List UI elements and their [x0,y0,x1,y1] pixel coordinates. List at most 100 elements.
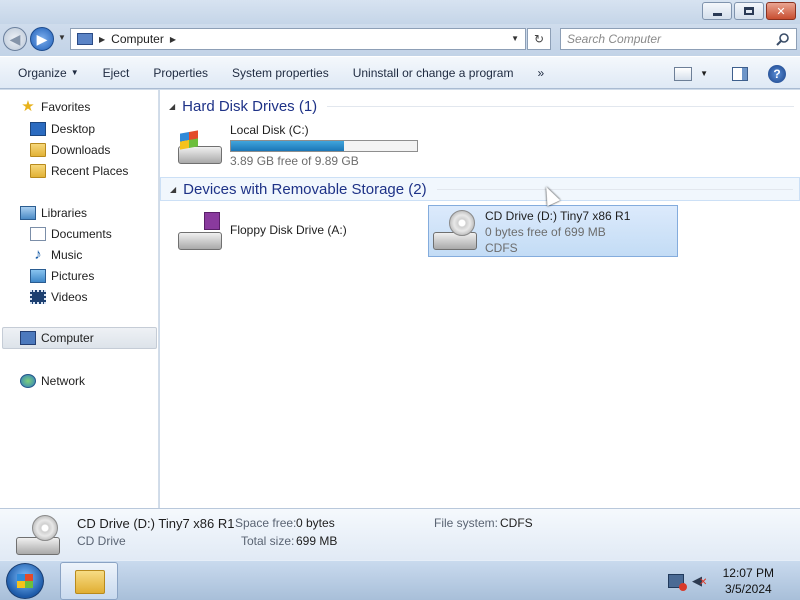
search-box[interactable] [560,28,797,50]
taskbar-explorer-button[interactable] [60,562,118,600]
sidebar-item-favorites[interactable]: ★ Favorites [0,96,158,118]
properties-button[interactable]: Properties [141,56,220,89]
videos-icon [30,290,46,304]
windows-logo-icon [17,574,33,588]
star-icon: ★ [21,98,35,115]
sidebar-item-label: Music [51,248,83,262]
sidebar-item-network[interactable]: Network [0,370,158,392]
close-button[interactable]: ✕ [766,2,796,20]
sidebar-item-pictures[interactable]: Pictures [0,265,158,287]
drive-info: Local Disk (C:) 3.89 GB free of 9.89 GB [230,122,418,172]
organize-label: Organize [18,65,67,80]
network-icon [20,374,36,388]
view-controls: ▼ ? [674,57,800,90]
sidebar-item-videos[interactable]: Videos [0,286,158,308]
floppy-drive-icon [176,208,224,252]
group-header-hard-disk-drives[interactable]: ◢ Hard Disk Drives (1) [160,94,800,118]
search-icon[interactable] [776,32,790,46]
disk-body-icon [433,232,477,250]
sidebar-item-recent-places[interactable]: Recent Places [0,160,158,182]
address-bar[interactable]: ▶ Computer ▶ ▼ [70,28,526,50]
refresh-icon: ↻ [533,32,545,46]
sidebar-item-label: Favorites [41,100,91,114]
eject-label: Eject [102,65,130,80]
network-status-icon[interactable] [668,574,687,591]
details-name: CD Drive (D:) Tiny7 x86 R1 [77,516,235,531]
change-view-icon[interactable] [674,66,693,81]
sidebar-item-label: Network [41,374,86,388]
system-properties-button[interactable]: System properties [220,56,341,89]
view-options-dropdown[interactable]: ▼ [700,69,708,78]
double-chevron-icon: » [537,65,545,80]
drive-info: Floppy Disk Drive (A:) [230,208,347,252]
computer-icon [20,331,36,345]
drive-free-space: 0 bytes free of 699 MB [485,225,606,239]
sidebar-item-label: Videos [51,290,88,304]
refresh-button[interactable]: ↻ [527,28,551,50]
sidebar-item-downloads[interactable]: Downloads [0,139,158,161]
cd-disc-icon [449,210,475,236]
recent-places-icon [30,164,46,178]
minimize-button[interactable] [702,2,732,20]
maximize-button[interactable] [734,2,764,20]
hard-disk-icon [176,122,224,166]
system-properties-label: System properties [232,65,329,80]
properties-label: Properties [153,65,209,80]
drive-file-system: CDFS [485,241,518,255]
downloads-folder-icon [30,143,46,157]
preview-pane-icon[interactable] [732,66,748,81]
breadcrumb-chevron-icon[interactable]: ▶ [99,35,105,44]
drive-tile-floppy[interactable]: Floppy Disk Drive (A:) [176,208,426,252]
collapse-triangle-icon[interactable]: ◢ [170,185,176,194]
sidebar-item-label: Computer [41,331,94,345]
details-space-free-value: 0 bytes [296,516,335,530]
details-total-size-label: Total size: [241,534,295,548]
chevron-down-icon: ▼ [70,68,79,77]
drive-tile-local-disk[interactable]: Local Disk (C:) 3.89 GB free of 9.89 GB [176,122,440,172]
drive-tile-cd[interactable]: CD Drive (D:) Tiny7 x86 R1 0 bytes free … [428,205,678,257]
breadcrumb-computer[interactable]: Computer [111,32,164,46]
start-button[interactable] [6,563,44,599]
sidebar-item-music[interactable]: ♪ Music [0,244,158,266]
sidebar-item-documents[interactable]: Documents [0,223,158,245]
taskbar: ◀✕ 12:07 PM 3/5/2024 [0,560,800,600]
uninstall-program-button[interactable]: Uninstall or change a program [341,56,526,89]
details-file-system-value: CDFS [500,516,533,530]
disk-body-icon [16,537,60,555]
windows-logo-icon [180,130,198,150]
clock-time: 12:07 PM [722,566,774,580]
music-note-icon: ♪ [34,246,42,263]
drive-name: Local Disk (C:) [230,123,309,137]
sidebar-item-computer[interactable]: Computer [2,327,157,349]
sidebar-item-desktop[interactable]: Desktop [0,118,158,140]
drive-free-space: 3.89 GB free of 9.89 GB [230,154,359,168]
documents-icon [30,227,46,241]
forward-button[interactable]: ▶ [30,27,54,51]
volume-muted-icon[interactable]: ◀✕ [692,574,708,589]
pictures-icon [30,269,46,283]
recent-pages-dropdown[interactable]: ▼ [58,33,66,42]
navigation-pane: ★ Favorites Desktop Downloads Recent Plac… [0,90,159,508]
search-input[interactable] [567,29,767,49]
minimize-icon [712,12,722,16]
back-arrow-icon: ◀ [9,30,21,47]
organize-menu[interactable]: Organize ▼ [0,56,91,89]
sidebar-item-label: Desktop [51,122,96,136]
close-icon: ✕ [776,5,786,18]
group-header-removable-storage[interactable]: ◢ Devices with Removable Storage (2) [160,177,800,201]
collapse-triangle-icon[interactable]: ◢ [169,102,175,111]
eject-button[interactable]: Eject [91,56,142,89]
sidebar-item-label: Recent Places [51,164,129,178]
breadcrumb-chevron-icon[interactable]: ▶ [170,35,176,44]
address-history-dropdown[interactable]: ▼ [511,34,519,43]
title-bar: ✕ [0,0,800,24]
more-commands-button[interactable]: » [525,56,556,89]
group-title: Hard Disk Drives (1) [182,97,318,115]
disk-usage-fill [231,141,344,151]
sidebar-item-libraries[interactable]: Libraries [0,202,158,224]
system-clock[interactable]: 12:07 PM 3/5/2024 [723,565,774,597]
back-button[interactable]: ◀ [3,27,27,51]
clock-date: 3/5/2024 [724,582,772,596]
help-icon[interactable]: ? [768,64,786,83]
group-divider [327,105,794,107]
